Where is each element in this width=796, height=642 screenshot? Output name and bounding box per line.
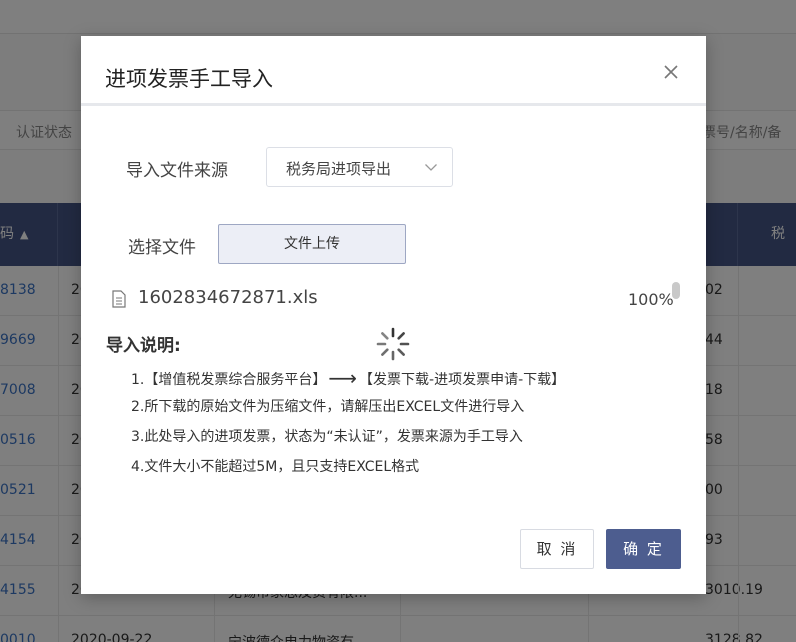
- dialog-header: 进项发票手工导入: [81, 36, 706, 106]
- note-item: 2.所下载的原始文件为压缩文件，请解压出EXCEL文件进行导入: [131, 399, 525, 415]
- scrollbar-thumb[interactable]: [672, 282, 680, 299]
- import-dialog: 进项发票手工导入 导入文件来源 税务局进项导出 选择文件 文件上传 160283…: [81, 36, 706, 594]
- source-label: 导入文件来源: [126, 161, 228, 181]
- file-label: 选择文件: [128, 238, 196, 258]
- file-name: 1602834672871.xls: [138, 287, 318, 308]
- confirm-button[interactable]: 确 定: [606, 529, 681, 569]
- document-icon: [112, 290, 126, 308]
- source-select[interactable]: 税务局进项导出: [266, 147, 453, 187]
- close-icon[interactable]: [661, 62, 681, 82]
- uploaded-file-item[interactable]: 1602834672871.xls 100%: [111, 286, 674, 312]
- loading-spinner-icon: [376, 327, 410, 361]
- source-select-value: 税务局进项导出: [286, 160, 392, 178]
- chevron-down-icon: [425, 164, 437, 171]
- note-item: 3.此处导入的进项发票，状态为“未认证”，发票来源为手工导入: [131, 429, 523, 445]
- upload-percent: 100%: [628, 290, 674, 309]
- arrow-right-icon: ⟶: [328, 366, 358, 390]
- note-item: 4.文件大小不能超过5M，且只支持EXCEL格式: [131, 459, 420, 475]
- dialog-title: 进项发票手工导入: [105, 67, 273, 91]
- notes-title: 导入说明:: [106, 336, 181, 356]
- upload-button[interactable]: 文件上传: [218, 224, 406, 264]
- note-item: 1.【增值税发票综合服务平台】 ⟶ 【发票下载-进项发票申请-下载】: [131, 366, 566, 390]
- cancel-button[interactable]: 取 消: [520, 529, 594, 569]
